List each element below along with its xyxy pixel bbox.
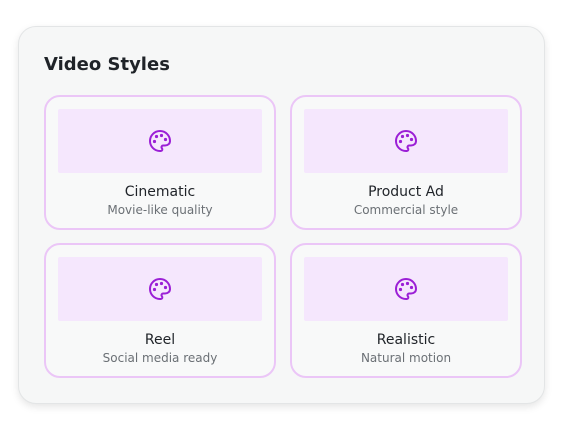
panel-title: Video Styles	[44, 54, 170, 75]
style-card-title: Cinematic	[124, 184, 196, 200]
style-thumbnail	[304, 109, 508, 173]
video-styles-panel: Video Styles Cinematic Movie-like qualit…	[18, 26, 545, 404]
style-card-product-ad[interactable]: Product Ad Commercial style	[290, 95, 522, 230]
style-thumbnail	[58, 109, 262, 173]
palette-icon	[149, 278, 171, 300]
style-grid: Cinematic Movie-like quality Product Ad …	[44, 95, 522, 378]
style-card-reel[interactable]: Reel Social media ready	[44, 243, 276, 378]
style-card-title: Realistic	[376, 332, 436, 348]
style-card-subtitle: Social media ready	[102, 351, 218, 365]
style-thumbnail	[58, 257, 262, 321]
palette-icon	[395, 278, 417, 300]
palette-icon	[149, 130, 171, 152]
style-card-subtitle: Movie-like quality	[107, 203, 213, 217]
style-card-realistic[interactable]: Realistic Natural motion	[290, 243, 522, 378]
style-card-subtitle: Commercial style	[353, 203, 459, 217]
style-card-title: Product Ad	[368, 184, 444, 200]
palette-icon	[395, 130, 417, 152]
style-card-cinematic[interactable]: Cinematic Movie-like quality	[44, 95, 276, 230]
style-card-subtitle: Natural motion	[360, 351, 452, 365]
style-thumbnail	[304, 257, 508, 321]
style-card-title: Reel	[144, 332, 176, 348]
